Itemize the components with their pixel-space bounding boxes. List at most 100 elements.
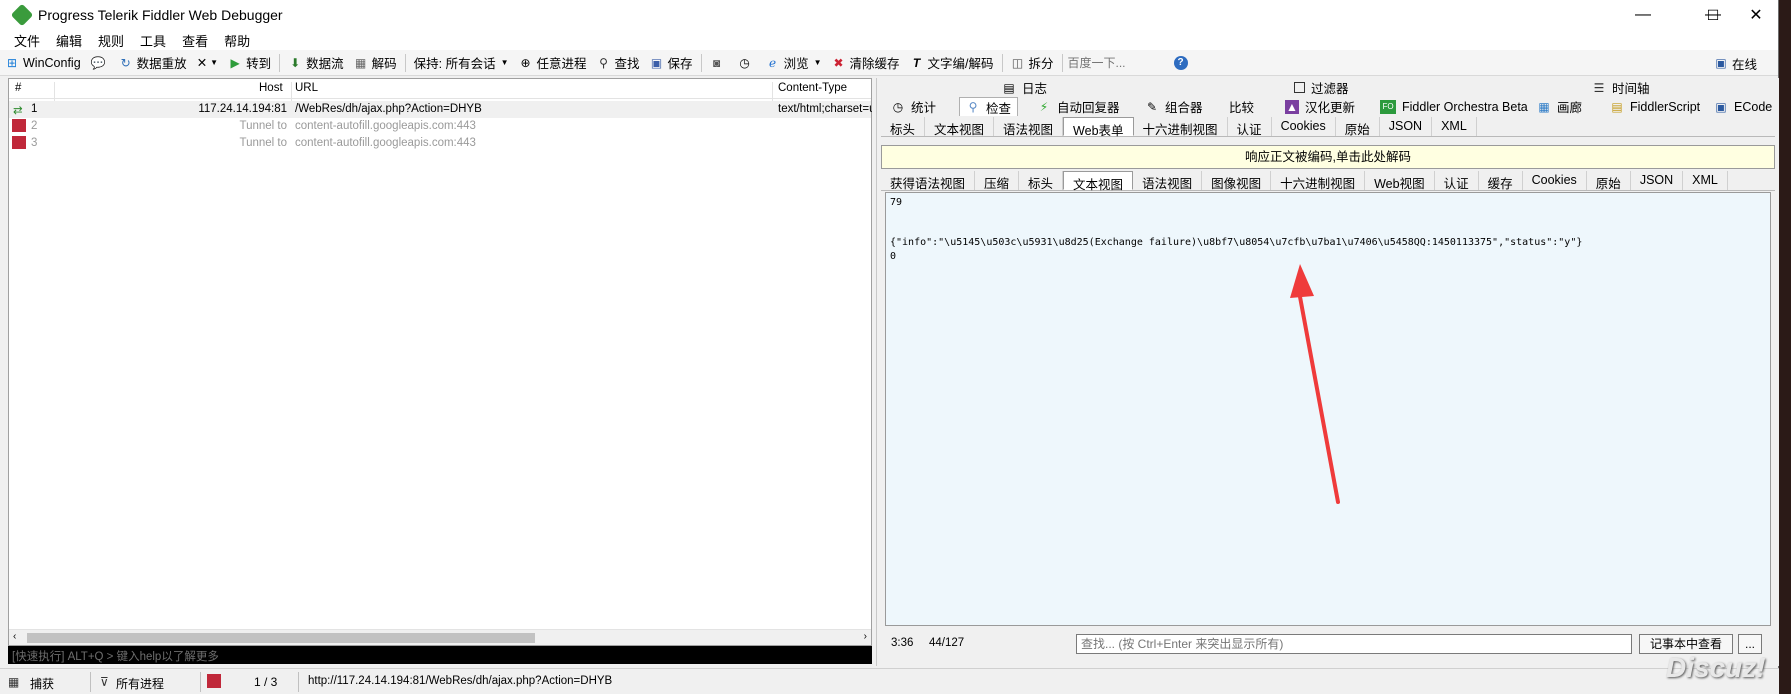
tab-composer[interactable]: ✎ 组合器	[1145, 97, 1203, 116]
resp-tab-auth[interactable]: 认证	[1435, 171, 1479, 191]
dropdown-arrow-icon: ▼	[500, 58, 509, 67]
resp-tab-raw[interactable]: 原始	[1587, 171, 1631, 191]
resp-tab-json[interactable]: JSON	[1631, 171, 1684, 190]
view-in-notepad-button[interactable]: 记事本中查看	[1639, 634, 1733, 654]
column-divider	[291, 82, 292, 102]
find-input[interactable]	[1076, 634, 1632, 654]
req-tab-textview[interactable]: 文本视图	[925, 117, 995, 137]
tab-inspectors[interactable]: ⚲ 检查	[959, 97, 1019, 116]
req-tab-webforms[interactable]: Web表单	[1063, 117, 1134, 138]
minimize-button-2[interactable]: —	[1620, 0, 1666, 30]
dropdown-arrow-icon: ▼	[210, 58, 219, 67]
resp-tab-syntaxview[interactable]: 语法视图	[1133, 171, 1203, 191]
help-icon[interactable]: ?	[1173, 55, 1188, 70]
resp-tab-xml[interactable]: XML	[1683, 171, 1728, 190]
baidu-search-input[interactable]	[1065, 53, 1174, 72]
resp-tab-headers[interactable]: 标头	[1019, 171, 1064, 191]
tab-fiddlerscript[interactable]: ▤ FiddlerScript	[1610, 97, 1700, 116]
row-num: 1	[31, 103, 38, 115]
table-row[interactable]: ⇄ 1 117.24.14.194:81 /WebRes/dh/ajax.php…	[9, 101, 872, 118]
tab-timeline[interactable]: ☰ 时间轴	[1592, 78, 1650, 97]
tab-fiddler-orchestra[interactable]: FO Fiddler Orchestra Beta	[1380, 97, 1528, 116]
req-tab-hexview[interactable]: 十六进制视图	[1134, 117, 1228, 137]
table-row[interactable]: 3 Tunnel to content-autofill.googleapis.…	[9, 135, 871, 152]
winconfig-button[interactable]: ⊞ WinConfig	[0, 52, 86, 74]
text-encode-button[interactable]: T 文字编/解码	[905, 52, 999, 74]
stream-button[interactable]: ⬇ 数据流	[283, 52, 349, 74]
horizontal-scrollbar[interactable]: ‹ ›	[9, 629, 871, 645]
capture-status[interactable]: 捕获	[30, 675, 54, 692]
save-button[interactable]: ▣ 保存	[645, 52, 698, 74]
tab-gallery[interactable]: ▦ 画廊	[1537, 97, 1582, 116]
scroll-left-icon[interactable]: ‹	[13, 631, 16, 642]
keep-sessions-dropdown[interactable]: 保持: 所有会话 ▼	[409, 52, 514, 74]
browse-button[interactable]: ℯ 浏览 ▼	[761, 52, 827, 74]
tab-filters[interactable]: 过滤器	[1294, 78, 1349, 97]
tab-statistics[interactable]: ◷ 统计	[891, 97, 936, 116]
req-tab-json[interactable]: JSON	[1380, 117, 1433, 136]
scrollbar-thumb[interactable]	[27, 633, 535, 643]
toolbar-separator	[1061, 53, 1063, 72]
screenshot-button[interactable]: ◙	[705, 52, 733, 74]
menu-tools[interactable]: 工具	[140, 31, 166, 50]
replay-button[interactable]: ↻ 数据重放	[114, 52, 192, 74]
req-tab-raw[interactable]: 原始	[1336, 117, 1380, 137]
scroll-right-icon[interactable]: ›	[864, 631, 867, 642]
maximize-button[interactable]: ☐	[1690, 0, 1736, 30]
comment-icon: 💬	[90, 55, 106, 70]
comment-button[interactable]: 💬	[86, 52, 114, 74]
goto-button[interactable]: ▶ 转到	[223, 52, 276, 74]
second-tab-row: ◷ 统计 ⚲ 检查 ⚡ 自动回复器 ✎ 组合器 比较 ▲ 汉化更新 FO Fiddler O…	[877, 97, 1779, 116]
timer-button[interactable]: ◷	[733, 52, 761, 74]
menu-help[interactable]: 帮助	[224, 31, 250, 50]
decode-notice-bar[interactable]: 响应正文被编码,单击此处解码	[881, 145, 1775, 169]
clear-cache-button[interactable]: ✖ 清除缓存	[827, 52, 905, 74]
remove-button[interactable]: ✕ ▼	[192, 52, 223, 74]
req-tab-syntaxview[interactable]: 语法视图	[994, 117, 1064, 137]
split-button[interactable]: ◫ 拆分	[1006, 52, 1059, 74]
menu-rules[interactable]: 规则	[98, 31, 124, 50]
menu-edit[interactable]: 编辑	[56, 31, 82, 50]
close-button[interactable]: ✕	[1733, 0, 1779, 30]
menu-file[interactable]: 文件	[14, 31, 40, 50]
col-host[interactable]: Host	[259, 82, 283, 94]
split-icon: ◫	[1011, 55, 1024, 70]
req-tab-cookies[interactable]: Cookies	[1272, 117, 1336, 136]
online-button[interactable]: ▣ 在线	[1709, 52, 1762, 74]
resp-tab-imageview[interactable]: 图像视图	[1202, 171, 1272, 191]
resp-tab-hexview[interactable]: 十六进制视图	[1271, 171, 1366, 191]
resp-tab-cookies[interactable]: Cookies	[1523, 171, 1587, 190]
tab-compare[interactable]: 比较	[1229, 97, 1254, 116]
any-process-button[interactable]: ⊕ 任意进程	[514, 52, 592, 74]
resp-tab-caching[interactable]: 缓存	[1479, 171, 1523, 191]
tunnel-lock-icon	[12, 136, 26, 149]
body-line: 79	[890, 197, 903, 208]
body-line: 0	[890, 251, 897, 262]
resp-tab-get-syntax[interactable]: 获得语法视图	[881, 171, 976, 191]
session-list[interactable]: # Host URL Content-Type ⇄ 1 117.24.14.19…	[8, 78, 872, 646]
tab-localize-update[interactable]: ▲ 汉化更新	[1285, 97, 1355, 116]
resp-tab-webview[interactable]: Web视图	[1365, 171, 1435, 191]
tab-ecode[interactable]: ▣ ECode	[1714, 97, 1772, 116]
tab-autoresponder[interactable]: ⚡ 自动回复器	[1037, 97, 1120, 116]
process-filter[interactable]: 所有进程	[116, 675, 164, 692]
col-content-type[interactable]: Content-Type	[778, 82, 847, 94]
quickexec-input[interactable]: [快速执行] ALT+Q > 键入help以了解更多	[8, 646, 872, 664]
row-host: 117.24.14.194:81	[198, 103, 287, 115]
decode-button[interactable]: ▦ 解码	[349, 52, 402, 74]
req-tab-xml[interactable]: XML	[1432, 117, 1477, 136]
row-content-type: text/html;charset=u	[778, 103, 872, 115]
table-row[interactable]: 2 Tunnel to content-autofill.googleapis.…	[9, 118, 871, 135]
breakpoint-icon[interactable]	[207, 674, 221, 688]
find-button[interactable]: ⚲ 查找	[592, 52, 645, 74]
checkbox-icon	[1294, 82, 1305, 93]
more-button[interactable]: ...	[1738, 634, 1762, 654]
col-url[interactable]: URL	[295, 82, 318, 94]
tab-log[interactable]: ▤ 日志	[1002, 78, 1047, 97]
req-tab-headers[interactable]: 标头	[881, 117, 926, 137]
resp-tab-textview[interactable]: 文本视图	[1063, 171, 1134, 192]
req-tab-auth[interactable]: 认证	[1228, 117, 1272, 137]
col-num[interactable]: #	[15, 82, 21, 94]
menu-view[interactable]: 查看	[182, 31, 208, 50]
resp-tab-compress[interactable]: 压缩	[975, 171, 1020, 191]
